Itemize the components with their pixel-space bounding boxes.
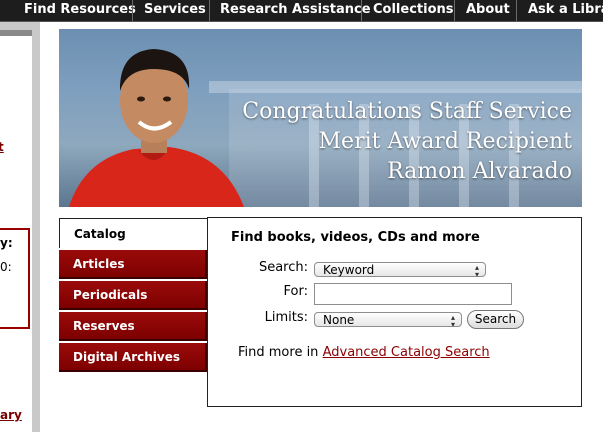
- nav-divider: [132, 0, 133, 21]
- nav-divider: [454, 0, 455, 21]
- search-for-input[interactable]: [314, 283, 512, 305]
- nav-find-resources[interactable]: Find Resources: [24, 0, 136, 21]
- tab-catalog[interactable]: Catalog: [59, 218, 207, 248]
- nav-ask-a-librarian[interactable]: Ask a Librar: [528, 0, 603, 21]
- nav-collections[interactable]: Collections: [373, 0, 454, 21]
- banner-caption-line-1: Congratulations Staff Service: [242, 99, 572, 124]
- advanced-search-line: Find more in Advanced Catalog Search: [238, 345, 490, 360]
- nav-divider: [209, 0, 210, 21]
- search-for-label: For:: [283, 284, 308, 299]
- sidebar-hours-box: y: 0:: [0, 228, 30, 329]
- sidebar-box-fragment: y:: [0, 236, 13, 250]
- tab-periodicals[interactable]: Periodicals: [59, 281, 207, 310]
- nav-divider: [516, 0, 517, 21]
- sidebar-box-fragment: 0:: [0, 260, 12, 274]
- search-type-label: Search:: [258, 260, 308, 275]
- tab-digital-archives[interactable]: Digital Archives: [59, 343, 207, 372]
- banner-caption-line-3: Ramon Alvarado: [387, 159, 572, 184]
- sidebar-top-band: [0, 30, 32, 36]
- nav-research-assistance[interactable]: Research Assistance: [220, 0, 371, 21]
- search-type-value: Keyword: [323, 263, 375, 277]
- select-arrows-icon: ▴ ▾: [474, 263, 479, 279]
- search-panel-heading: Find books, videos, CDs and more: [231, 230, 480, 245]
- advanced-search-prefix: Find more in: [238, 345, 319, 360]
- nav-divider: [361, 0, 362, 21]
- banner-caption-line-2: Merit Award Recipient: [318, 129, 572, 154]
- nav-services[interactable]: Services: [144, 0, 206, 21]
- top-navigation: Find Resources Services Research Assista…: [0, 0, 603, 22]
- tab-reserves[interactable]: Reserves: [59, 312, 207, 341]
- search-tabs: Catalog Articles Periodicals Reserves Di…: [59, 218, 207, 374]
- limits-label: Limits:: [264, 310, 308, 325]
- sidebar-link-fragment[interactable]: t: [0, 140, 4, 154]
- limits-select[interactable]: None ▴ ▾: [314, 312, 462, 329]
- limits-value: None: [323, 313, 355, 327]
- hero-banner: Congratulations Staff Service Merit Awar…: [59, 29, 582, 207]
- staff-photo: [69, 49, 244, 207]
- search-button[interactable]: Search: [467, 310, 524, 329]
- search-type-select[interactable]: Keyword ▴ ▾: [314, 262, 486, 279]
- tab-articles[interactable]: Articles: [59, 250, 207, 279]
- catalog-search-panel: Find books, videos, CDs and more Search:…: [207, 217, 582, 407]
- advanced-catalog-search-link[interactable]: Advanced Catalog Search: [323, 345, 490, 360]
- select-arrows-icon: ▴ ▾: [450, 313, 455, 329]
- nav-about[interactable]: About: [466, 0, 510, 21]
- sidebar-link-fragment[interactable]: ary: [0, 408, 22, 422]
